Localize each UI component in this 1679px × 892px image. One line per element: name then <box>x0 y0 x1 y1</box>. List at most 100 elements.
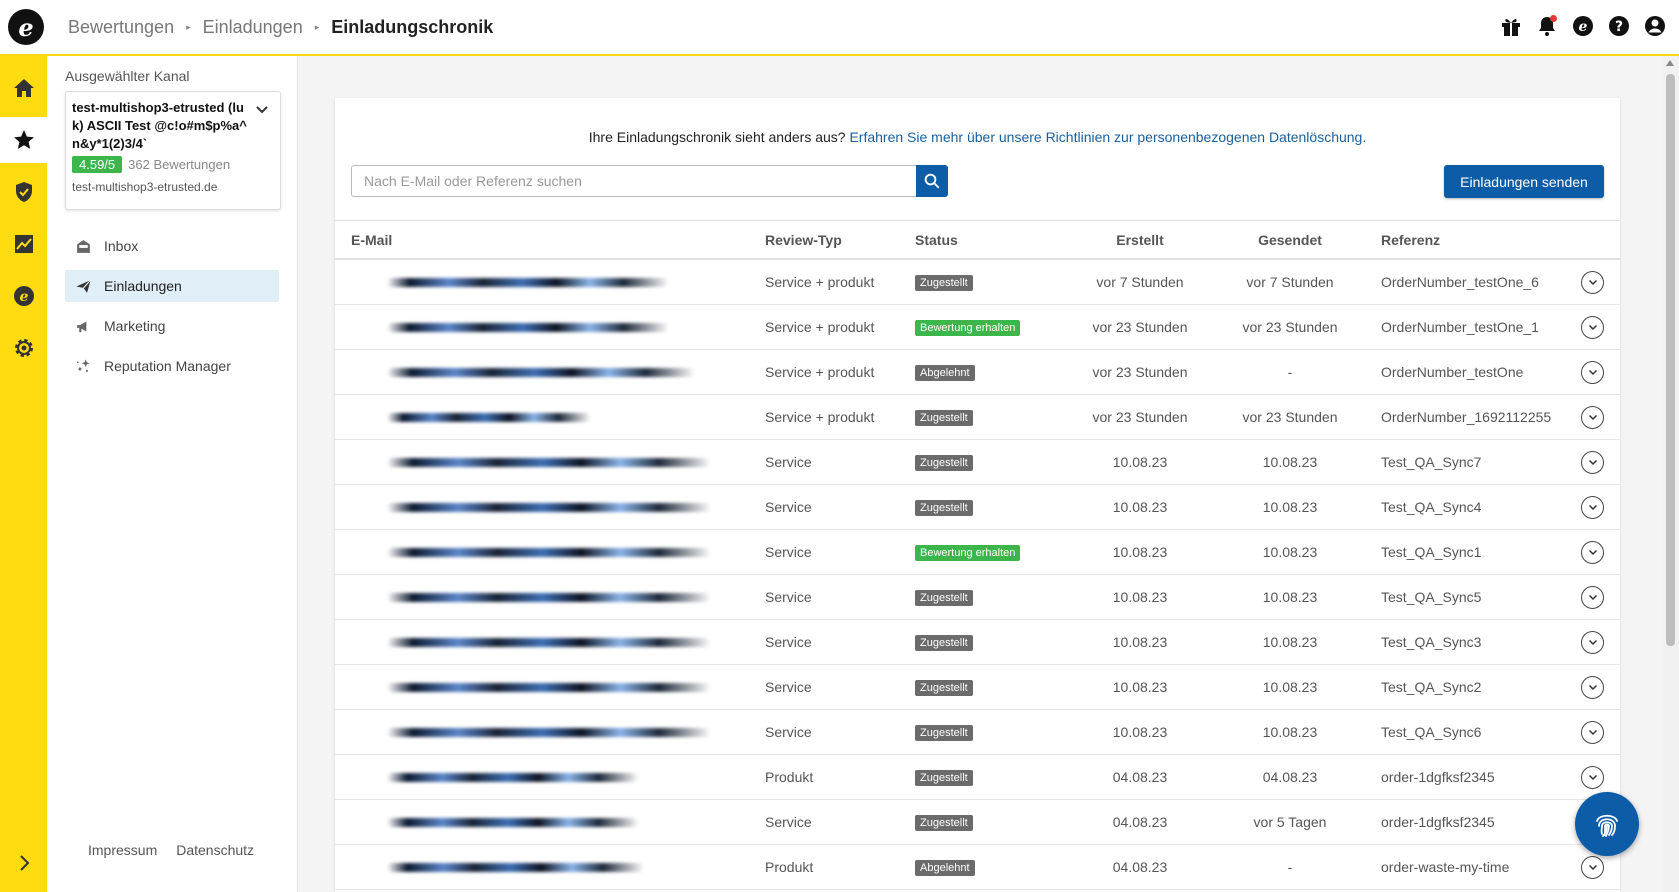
impressum-link[interactable]: Impressum <box>88 842 157 858</box>
chevron-down-icon <box>1588 729 1597 736</box>
rail-settings[interactable] <box>0 325 47 371</box>
sent-cell: 10.08.23 <box>1262 499 1318 515</box>
expand-row-button[interactable] <box>1581 855 1604 879</box>
sidebar-item-marketing[interactable]: Marketing <box>65 310 279 342</box>
column-header-review-type[interactable]: Review-Typ <box>765 232 915 248</box>
expand-row-button[interactable] <box>1581 495 1604 519</box>
chevron-down-icon <box>1588 774 1597 781</box>
expand-row-button[interactable] <box>1581 315 1604 339</box>
email-cell-redacted <box>335 485 765 529</box>
chevron-down-icon[interactable] <box>254 102 270 118</box>
table-row[interactable]: Produkt Abgelehnt 04.08.23 - order-waste-my-… <box>335 845 1620 890</box>
table-row[interactable]: Service + produkt Bewertung erhalten vor 2… <box>335 305 1620 350</box>
scroll-up-icon[interactable] <box>1666 60 1674 66</box>
redacted-email <box>387 863 644 872</box>
table-row[interactable]: Service Zugestellt 10.08.23 10.08.23 Test_QA… <box>335 665 1620 710</box>
column-header-sent[interactable]: Gesendet <box>1215 232 1365 248</box>
status-badge: Zugestellt <box>915 500 973 516</box>
expand-row-button[interactable] <box>1581 630 1604 654</box>
table-row[interactable]: Service Zugestellt 04.08.23 vor 5 Tagen orde… <box>335 800 1620 845</box>
created-cell: 10.08.23 <box>1112 679 1168 695</box>
expand-row-cell <box>1565 495 1620 519</box>
rail-etrusted[interactable]: e <box>0 273 47 319</box>
status-badge: Zugestellt <box>915 410 973 426</box>
channel-selector[interactable]: test-multishop3-etrusted (luk) ASCII Tes… <box>65 91 281 210</box>
chevron-down-icon <box>1588 684 1597 691</box>
fingerprint-button[interactable] <box>1575 792 1639 856</box>
column-header-created[interactable]: Erstellt <box>1065 232 1215 248</box>
sidebar-item-reputation-manager[interactable]: Reputation Manager <box>65 350 279 382</box>
rail-trust[interactable] <box>0 169 47 215</box>
channel-name: test-multishop3-etrusted (luk) ASCII Tes… <box>72 100 247 151</box>
status-badge: Abgelehnt <box>915 365 975 381</box>
expand-sidebar-button[interactable] <box>0 840 47 886</box>
table-row[interactable]: Service + produkt Zugestellt vor 23 Stunde… <box>335 395 1620 440</box>
email-cell-redacted <box>335 530 765 574</box>
status-cell: Zugestellt <box>915 453 1065 471</box>
email-cell-redacted <box>335 845 765 889</box>
datenschutz-link[interactable]: Datenschutz <box>176 842 254 858</box>
page-scrollbar[interactable] <box>1662 56 1679 892</box>
data-deletion-link[interactable]: Erfahren Sie mehr über unsere Richtlinie… <box>849 129 1366 145</box>
status-cell: Bewertung erhalten <box>915 543 1065 561</box>
sent-cell: vor 7 Stunden <box>1246 274 1334 290</box>
redacted-email <box>387 413 591 422</box>
email-cell-redacted <box>335 620 765 664</box>
table-row[interactable]: Service Zugestellt 10.08.23 10.08.23 Test_QA… <box>335 710 1620 755</box>
expand-row-button[interactable] <box>1581 360 1604 384</box>
search-button[interactable] <box>916 165 948 197</box>
bell-icon[interactable] <box>1535 14 1559 38</box>
sidebar-item-inbox[interactable]: Inbox <box>65 230 279 262</box>
email-cell-redacted <box>335 440 765 484</box>
send-invitations-button[interactable]: Einladungen senden <box>1444 165 1604 198</box>
expand-row-button[interactable] <box>1581 585 1604 609</box>
chevron-down-icon <box>1588 369 1597 376</box>
reference-cell: Test_QA_Sync2 <box>1381 679 1482 695</box>
table-row[interactable]: Service Zugestellt 10.08.23 10.08.23 Test_QA… <box>335 575 1620 620</box>
user-icon[interactable] <box>1643 14 1667 38</box>
expand-row-button[interactable] <box>1581 405 1604 429</box>
expand-row-button[interactable] <box>1581 540 1604 564</box>
expand-row-button[interactable] <box>1581 270 1604 294</box>
rail-analytics[interactable] <box>0 221 47 267</box>
redacted-email <box>387 458 711 467</box>
expand-row-cell <box>1565 630 1620 654</box>
expand-row-button[interactable] <box>1581 450 1604 474</box>
redacted-email <box>387 548 711 557</box>
email-cell-redacted <box>335 710 765 754</box>
column-header-status[interactable]: Status <box>915 232 1065 248</box>
search-input[interactable] <box>351 165 916 197</box>
etrusted-icon[interactable]: e <box>1571 14 1595 38</box>
table-row[interactable]: Produkt Zugestellt 04.08.23 04.08.23 order-1… <box>335 755 1620 800</box>
created-cell: 10.08.23 <box>1112 634 1168 650</box>
reference-cell: Test_QA_Sync4 <box>1381 499 1482 515</box>
rail-home[interactable] <box>0 65 47 111</box>
sparkle-icon <box>76 358 90 372</box>
expand-row-button[interactable] <box>1581 765 1604 789</box>
column-header-reference[interactable]: Referenz <box>1365 232 1565 248</box>
created-cell: vor 23 Stunden <box>1092 319 1188 335</box>
expand-row-button[interactable] <box>1581 675 1604 699</box>
review-type-cell: Produkt <box>765 769 814 785</box>
scroll-thumb[interactable] <box>1666 74 1675 646</box>
sidebar-item-einladungen[interactable]: Einladungen <box>65 270 279 302</box>
table-row[interactable]: Service Zugestellt 10.08.23 10.08.23 Test_QA… <box>335 620 1620 665</box>
etrusted-logo[interactable]: e <box>8 9 44 45</box>
table-row[interactable]: Service Bewertung erhalten 10.08.23 10.08.2… <box>335 530 1620 575</box>
table-row[interactable]: Service Zugestellt 10.08.23 10.08.23 Test_QA… <box>335 485 1620 530</box>
sent-cell: - <box>1287 364 1293 380</box>
rail-reviews[interactable] <box>0 117 47 163</box>
sent-cell: 10.08.23 <box>1262 544 1318 560</box>
table-row[interactable]: Service + produkt Abgelehnt vor 23 Stunden… <box>335 350 1620 395</box>
invitation-table: E-Mail Review-Typ Status Erstellt Gesend… <box>335 220 1620 890</box>
table-row[interactable]: Service + produkt Zugestellt vor 7 Stunden… <box>335 260 1620 305</box>
table-row[interactable]: Service Zugestellt 10.08.23 10.08.23 Test_QA… <box>335 440 1620 485</box>
gift-icon[interactable] <box>1499 14 1523 38</box>
review-type-cell: Service <box>765 544 812 560</box>
column-header-email[interactable]: E-Mail <box>335 232 765 248</box>
breadcrumb-einladungen[interactable]: Einladungen <box>203 17 303 38</box>
breadcrumb-bewertungen[interactable]: Bewertungen <box>68 17 174 38</box>
expand-row-button[interactable] <box>1581 720 1604 744</box>
help-icon[interactable]: ? <box>1607 14 1631 38</box>
expand-row-cell <box>1565 270 1620 294</box>
